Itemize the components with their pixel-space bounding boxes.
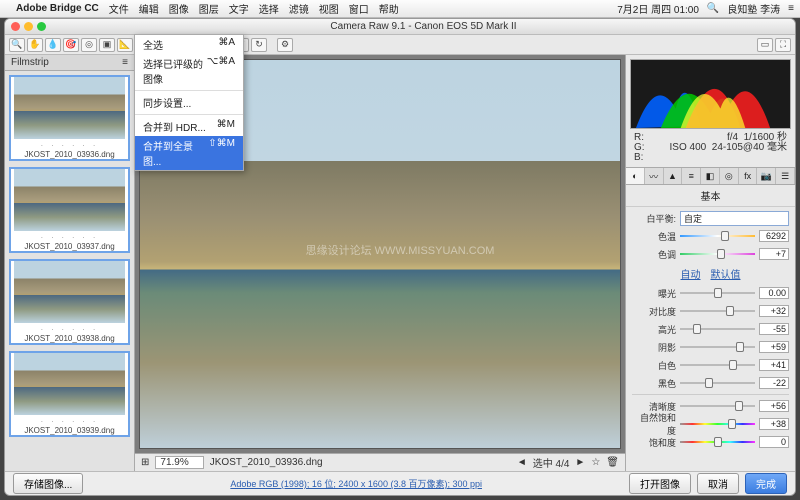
menu-type[interactable]: 文字 [229,1,249,16]
rotate-cw-icon[interactable]: ↻ [251,38,267,52]
trash-icon[interactable]: 🗑 [606,457,619,468]
tint-slider[interactable] [680,249,755,259]
save-image-button[interactable]: 存储图像... [13,473,83,494]
tab-detail-icon[interactable]: ▲ [664,168,683,184]
window-titlebar: Camera Raw 9.1 - Canon EOS 5D Mark II [5,19,795,35]
thumb-item[interactable]: . . . . . .JKOST_2010_03936.dng [9,75,130,161]
temp-slider[interactable] [680,231,755,241]
preferences-icon[interactable]: ⚙ [277,38,293,52]
menu-view[interactable]: 视图 [319,1,339,16]
fullscreen-icon[interactable]: ⛶ [775,38,791,52]
menu-edit[interactable]: 编辑 [139,1,159,16]
zoom-icon[interactable] [37,22,46,31]
wb-select[interactable]: 自定 [680,211,789,226]
adjustments-panel: R:G:B: f/4 1/1600 秒 ISO 400 24-105@40 毫米… [625,55,795,471]
tab-presets-icon[interactable]: ☰ [776,168,795,184]
panel-title: 基本 [626,185,795,207]
preview-filename: JKOST_2010_03936.dng [210,457,511,468]
grid-icon[interactable]: ⊞ [141,457,149,468]
cancel-button[interactable]: 取消 [697,473,739,494]
tab-hsl-icon[interactable]: ≡ [682,168,701,184]
tab-curve-icon[interactable]: 〰 [645,168,664,184]
menu-select-all[interactable]: 全选⌘A [135,35,243,54]
next-icon[interactable]: ► [575,457,585,468]
straighten-icon[interactable]: 📐 [117,38,133,52]
shadows-slider[interactable] [680,342,755,352]
thumb-item[interactable]: . . . . . .JKOST_2010_03939.dng [9,351,130,437]
zoom-level[interactable]: 71.9% [155,456,203,469]
filmstrip-label: Filmstrip [11,57,49,68]
wb-tool-icon[interactable]: 💧 [45,38,61,52]
filmstrip-list[interactable]: . . . . . .JKOST_2010_03936.dng . . . . … [5,71,134,471]
tab-split-icon[interactable]: ◧ [701,168,720,184]
menu-merge-hdr[interactable]: 合并到 HDR...⌘M [135,117,243,136]
menubar-user[interactable]: 良知塾 李涛 [727,1,780,16]
thumb-item[interactable]: . . . . . .JKOST_2010_03938.dng [9,259,130,345]
menu-sync-settings[interactable]: 同步设置... [135,93,243,112]
camera-raw-window: Camera Raw 9.1 - Canon EOS 5D Mark II 🔍 … [4,18,796,496]
preview-toggle-icon[interactable]: ▭ [757,38,773,52]
filmstrip-panel: Filmstrip ≡ . . . . . .JKOST_2010_03936.… [5,55,135,471]
menu-select[interactable]: 选择 [259,1,279,16]
contrast-slider[interactable] [680,306,755,316]
readout-b: B: [634,153,645,163]
minimize-icon[interactable] [24,22,33,31]
clarity-slider[interactable] [680,401,755,411]
tab-camera-icon[interactable]: 📷 [757,168,776,184]
thumb-item[interactable]: . . . . . .JKOST_2010_03937.dng [9,167,130,253]
filmstrip-menu-icon[interactable]: ≡ [122,57,128,68]
menu-merge-panorama[interactable]: 合并到全景图...⇧⌘M [135,136,243,170]
menu-image[interactable]: 图像 [169,1,189,16]
menu-file[interactable]: 文件 [109,1,129,16]
hand-tool-icon[interactable]: ✋ [27,38,43,52]
histogram[interactable] [630,59,791,129]
selection-count: 选中 4/4 [533,455,570,470]
filmstrip-context-menu: 全选⌘A 选择已评级的图像⌥⌘A 同步设置... 合并到 HDR...⌘M 合并… [134,34,244,171]
crop-tool-icon[interactable]: ▣ [99,38,115,52]
menu-help[interactable]: 帮助 [379,1,399,16]
panel-tabs: ◐ 〰 ▲ ≡ ◧ ◎ fx 📷 ☰ [626,167,795,185]
auto-link[interactable]: 自动 [681,266,701,281]
app-name[interactable]: Adobe Bridge CC [16,3,99,14]
tab-lens-icon[interactable]: ◎ [720,168,739,184]
highlights-slider[interactable] [680,324,755,334]
window-title: Camera Raw 9.1 - Canon EOS 5D Mark II [52,21,795,32]
default-link[interactable]: 默认值 [711,266,741,281]
target-adjust-icon[interactable]: ◎ [81,38,97,52]
blacks-slider[interactable] [680,378,755,388]
saturation-slider[interactable] [680,437,755,447]
menu-window[interactable]: 窗口 [349,1,369,16]
dialog-footer: 存储图像... Adobe RGB (1998); 16 位; 2400 x 1… [5,471,795,495]
open-image-button[interactable]: 打开图像 [629,473,691,494]
menubar-clock: 7月2日 周四 01:00 [617,1,699,16]
tab-fx-icon[interactable]: fx [739,168,758,184]
color-sampler-icon[interactable]: 🎯 [63,38,79,52]
menu-filter[interactable]: 滤镜 [289,1,309,16]
spotlight-icon[interactable]: 🔍 [707,3,719,14]
workflow-link[interactable]: Adobe RGB (1998); 16 位; 2400 x 1600 (3.8… [230,479,482,489]
prev-icon[interactable]: ◄ [517,457,527,468]
done-button[interactable]: 完成 [745,473,787,494]
toolbar: 🔍 ✋ 💧 🎯 ◎ ▣ 📐 ◌ 👁 🖌 ▤ ◯ ↺ ↻ ⚙ ▭ ⛶ [5,35,795,55]
whites-slider[interactable] [680,360,755,370]
menu-layer[interactable]: 图层 [199,1,219,16]
vibrance-slider[interactable] [680,419,755,429]
notification-icon[interactable]: ≡ [788,3,794,14]
preview-statusbar: ⊞ 71.9% JKOST_2010_03936.dng ◄ 选中 4/4 ► … [135,453,625,471]
menu-select-rated[interactable]: 选择已评级的图像⌥⌘A [135,54,243,88]
zoom-tool-icon[interactable]: 🔍 [9,38,25,52]
exposure-slider[interactable] [680,288,755,298]
tab-basic-icon[interactable]: ◐ [626,168,645,184]
rating-icon[interactable]: ☆ [591,457,600,468]
macos-menubar: Adobe Bridge CC 文件 编辑 图像 图层 文字 选择 滤镜 视图 … [0,0,800,18]
close-icon[interactable] [11,22,20,31]
